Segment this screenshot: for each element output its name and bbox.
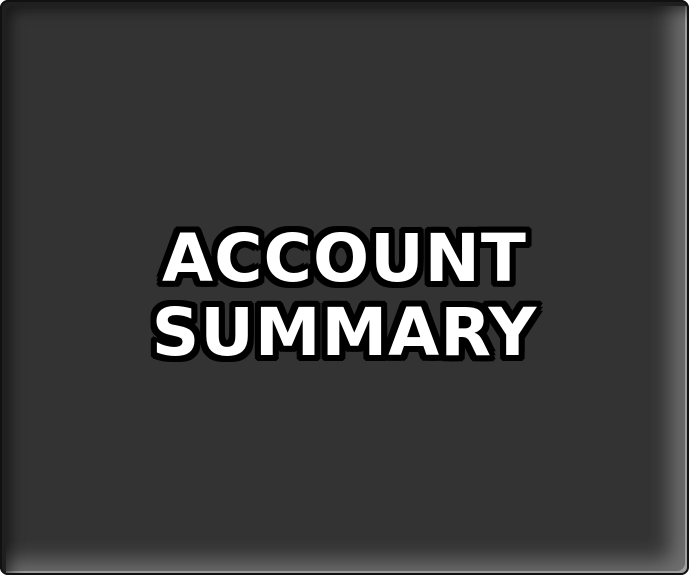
account-summary-label: ACCOUNT SUMMARY (0, 222, 689, 370)
label-line-2: SUMMARY (151, 294, 538, 371)
account-summary-button[interactable]: ACCOUNT SUMMARY (0, 0, 689, 575)
label-line-1: ACCOUNT (162, 220, 527, 297)
